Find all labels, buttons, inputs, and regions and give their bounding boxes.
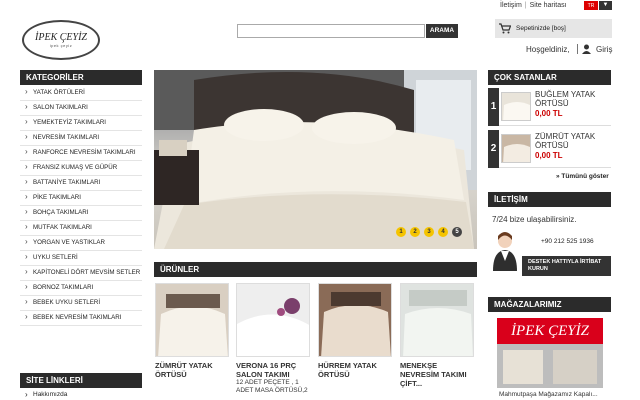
product-image[interactable]	[400, 283, 474, 357]
bestseller-item[interactable]: 1 BUĞLEM YATAK ÖRTÜSÜ 0,00 TL	[488, 88, 611, 126]
product-image[interactable]	[318, 283, 392, 357]
language-dropdown-icon[interactable]: ▼	[599, 1, 612, 10]
products-heading: ÜRÜNLER	[154, 262, 477, 277]
slide-dot[interactable]: 3	[424, 227, 434, 237]
bestseller-item[interactable]: 2 ZÜMRÜT YATAK ÖRTÜSÜ 0,00 TL	[488, 130, 611, 168]
category-list: YATAK ÖRTÜLERİ SALON TAKIMLARI YEMEKTEYİ…	[20, 86, 142, 326]
category-item[interactable]: RANFORCE NEVRESİM TAKIMLARI	[20, 146, 142, 161]
rank-number: 1	[488, 88, 499, 126]
store-sign: İPEK ÇEYİZ	[497, 318, 603, 344]
turkey-flag-icon[interactable]: TR	[584, 1, 598, 10]
product-card[interactable]: VERONA 16 PRÇ SALON TAKIMI 12 ADET PEÇET…	[236, 283, 310, 395]
slider-pagination: 1 2 3 4 5	[396, 227, 462, 237]
support-agent-image	[493, 232, 517, 271]
product-name[interactable]: HÜRREM YATAK ÖRTÜSÜ	[318, 361, 392, 379]
product-name[interactable]: ZÜMRÜT YATAK ÖRTÜSÜ	[155, 361, 229, 379]
category-item[interactable]: MUTFAK TAKIMLARI	[20, 221, 142, 236]
category-item[interactable]: NEVRESİM TAKIMLARI	[20, 131, 142, 146]
logo-subtext: ipek çeyiz	[49, 43, 73, 48]
rank-number: 2	[488, 130, 499, 168]
bestseller-price: 0,00 TL	[535, 109, 563, 118]
login-link[interactable]: Giriş	[596, 45, 612, 54]
product-image[interactable]	[155, 283, 229, 357]
product-card[interactable]: HÜRREM YATAK ÖRTÜSÜ	[318, 283, 392, 379]
store-image[interactable]: İPEK ÇEYİZ	[497, 318, 603, 388]
see-all-link[interactable]: » Tümünü göster	[556, 173, 609, 180]
logo-text: İPEK ÇEYİZ	[35, 32, 87, 43]
bedroom-image	[154, 70, 477, 249]
bestsellers-heading: ÇOK SATANLAR	[488, 70, 611, 85]
divider	[577, 44, 578, 54]
category-item[interactable]: BEBEK NEVRESİM TAKIMLARI	[20, 311, 142, 326]
bestseller-image[interactable]	[501, 92, 531, 121]
slide-dot-active[interactable]: 5	[452, 227, 462, 237]
bestseller-price: 0,00 TL	[535, 151, 563, 160]
bestseller-name[interactable]: ZÜMRÜT YATAK ÖRTÜSÜ	[535, 132, 611, 150]
product-name[interactable]: VERONA 16 PRÇ SALON TAKIMI	[236, 361, 310, 379]
slide-dot[interactable]: 2	[410, 227, 420, 237]
sitemap-link[interactable]: Site haritası	[530, 2, 567, 9]
cart-box[interactable]: Sepetinizde [boş]	[495, 19, 612, 38]
category-item[interactable]: PİKE TAKIMLARI	[20, 191, 142, 206]
categories-heading: KATEGORİLER	[20, 70, 142, 85]
product-name[interactable]: MENEKŞE NEVRESİM TAKIMI ÇİFT...	[400, 361, 474, 388]
phone-number: +90 212 525 1936	[541, 238, 594, 245]
product-card[interactable]: ZÜMRÜT YATAK ÖRTÜSÜ	[155, 283, 229, 379]
bestseller-image[interactable]	[501, 134, 531, 163]
about-link[interactable]: Hakkımızda	[20, 390, 67, 399]
store-caption: Mahmutpaşa Mağazamız Kapalı...	[499, 391, 598, 398]
search-input[interactable]	[237, 24, 425, 38]
category-item[interactable]: KAPİTONELİ DÖRT MEVSİM SETLER	[20, 266, 142, 281]
category-item[interactable]: UYKU SETLERİ	[20, 251, 142, 266]
stores-heading: MAĞAZALARIMIZ	[488, 297, 611, 312]
category-item[interactable]: YATAK ÖRTÜLERİ	[20, 86, 142, 101]
support-button[interactable]: DESTEK HATTIYLA İRTİBAT KURUN	[522, 256, 611, 276]
product-image[interactable]	[236, 283, 310, 357]
category-item[interactable]: BATTANİYE TAKIMLARI	[20, 176, 142, 191]
separator: |	[524, 2, 527, 9]
slide-dot[interactable]: 1	[396, 227, 406, 237]
hero-slider[interactable]	[154, 70, 477, 249]
site-logo[interactable]: İPEK ÇEYİZ ipek çeyiz	[22, 20, 100, 60]
product-card[interactable]: MENEKŞE NEVRESİM TAKIMI ÇİFT...	[400, 283, 474, 388]
cart-status: Sepetinizde [boş]	[516, 25, 566, 32]
cart-icon	[499, 23, 511, 34]
top-links: İletişim | Site haritası	[500, 2, 567, 9]
contact-link[interactable]: İletişim	[500, 2, 522, 9]
site-links-heading: SİTE LİNKLERİ	[20, 373, 142, 388]
category-item[interactable]: BOHÇA TAKIMLARI	[20, 206, 142, 221]
contact-heading: İLETİŞİM	[488, 192, 611, 207]
product-description: 12 ADET PEÇETE , 1 ADET MASA ÖRTÜSÜ,2	[236, 379, 308, 394]
category-item[interactable]: YEMEKTEYİZ TAKIMLARI	[20, 116, 142, 131]
category-item[interactable]: SALON TAKIMLARI	[20, 101, 142, 116]
category-item[interactable]: BEBEK UYKU SETLERİ	[20, 296, 142, 311]
contact-text: 7/24 bize ulaşabilirsiniz.	[492, 215, 577, 224]
category-item[interactable]: BORNOZ TAKIMLARI	[20, 281, 142, 296]
slide-dot[interactable]: 4	[438, 227, 448, 237]
user-icon[interactable]	[582, 44, 591, 54]
bestseller-name[interactable]: BUĞLEM YATAK ÖRTÜSÜ	[535, 90, 611, 108]
category-item[interactable]: YORGAN VE YASTIKLAR	[20, 236, 142, 251]
category-item[interactable]: FRANSIZ KUMAŞ VE GÜPÜR	[20, 161, 142, 176]
welcome-text: Hoşgeldiniz,	[526, 45, 570, 54]
search-button[interactable]: ARAMA	[426, 24, 458, 38]
